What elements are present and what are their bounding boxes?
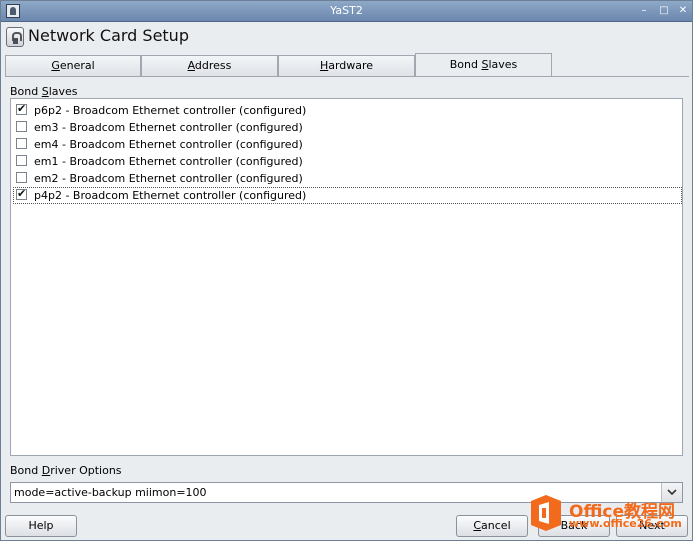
list-item[interactable]: em3 - Broadcom Ethernet controller (conf…	[13, 119, 682, 136]
tab-label: ddress	[194, 59, 232, 72]
label-mnemonic: D	[41, 464, 51, 477]
list-item-label: em3 - Broadcom Ethernet controller (conf…	[34, 121, 303, 134]
title-bar[interactable]: YaST2 – □ ✕	[1, 1, 692, 22]
maximize-button[interactable]: □	[658, 5, 670, 17]
tab-label: laves	[488, 58, 518, 71]
checkbox[interactable]: ✔	[16, 102, 27, 115]
checkmark-icon: ✔	[17, 187, 27, 200]
label-text: Bond	[10, 464, 42, 477]
label-mnemonic: S	[41, 85, 49, 98]
tab-general[interactable]: General	[5, 55, 141, 77]
list-item-label: p6p2 - Broadcom Ethernet controller (con…	[34, 104, 307, 117]
checkbox[interactable]	[16, 155, 27, 166]
tab-mnemonic: A	[187, 59, 195, 72]
yast-window: YaST2 – □ ✕ Network Card Setup General A…	[0, 0, 693, 541]
checkbox[interactable]: ✔	[16, 187, 27, 200]
list-item-label: em4 - Broadcom Ethernet controller (conf…	[34, 138, 303, 151]
list-item[interactable]: em2 - Broadcom Ethernet controller (conf…	[13, 170, 682, 187]
tab-bond-slaves[interactable]: Bond Slaves	[415, 53, 552, 77]
tab-label: Bond	[449, 58, 482, 71]
tab-divider	[5, 76, 689, 77]
checkbox[interactable]	[16, 138, 27, 149]
bond-slaves-list[interactable]: ✔ p6p2 - Broadcom Ethernet controller (c…	[10, 98, 683, 456]
list-item-label: em1 - Broadcom Ethernet controller (conf…	[34, 155, 303, 168]
checkbox[interactable]	[16, 121, 27, 132]
tab-bar: General Address Hardware Bond Slaves	[5, 53, 689, 77]
help-button[interactable]: Help	[5, 515, 77, 537]
lock-icon	[6, 27, 24, 47]
page-title: Network Card Setup	[28, 26, 189, 45]
list-item-label: p4p2 - Broadcom Ethernet controller (con…	[34, 189, 307, 202]
bond-driver-options-label: Bond Driver Options	[10, 464, 122, 477]
cancel-button[interactable]: Cancel	[456, 515, 528, 537]
watermark: Office教程网 www.office26.com	[529, 493, 691, 539]
office-logo-icon	[531, 495, 561, 531]
bond-slaves-label: Bond Slaves	[10, 85, 78, 98]
tab-mnemonic: G	[51, 59, 60, 72]
combo-value[interactable]: mode=active-backup miimon=100	[14, 486, 207, 499]
checkmark-icon: ✔	[17, 102, 27, 115]
label-text: river Options	[50, 464, 122, 477]
window-title: YaST2	[330, 4, 363, 17]
close-button[interactable]: ✕	[677, 5, 689, 17]
list-item[interactable]: em1 - Broadcom Ethernet controller (conf…	[13, 153, 682, 170]
tab-label: eneral	[59, 59, 95, 72]
list-item[interactable]: ✔ p4p2 - Broadcom Ethernet controller (c…	[13, 187, 682, 204]
label-text: laves	[48, 85, 78, 98]
minimize-button[interactable]: –	[638, 5, 650, 17]
button-label: ancel	[481, 519, 511, 532]
tab-address[interactable]: Address	[141, 55, 278, 77]
label-text: Bond	[10, 85, 42, 98]
tab-label: ardware	[328, 59, 374, 72]
tab-mnemonic: H	[319, 59, 329, 72]
checkbox[interactable]	[16, 172, 27, 183]
watermark-url: www.office26.com	[569, 517, 682, 530]
tab-hardware[interactable]: Hardware	[278, 55, 415, 77]
list-item[interactable]: ✔ p6p2 - Broadcom Ethernet controller (c…	[13, 102, 682, 119]
list-item[interactable]: em4 - Broadcom Ethernet controller (conf…	[13, 136, 682, 153]
button-mnemonic: C	[473, 519, 482, 532]
list-item-label: em2 - Broadcom Ethernet controller (conf…	[34, 172, 303, 185]
